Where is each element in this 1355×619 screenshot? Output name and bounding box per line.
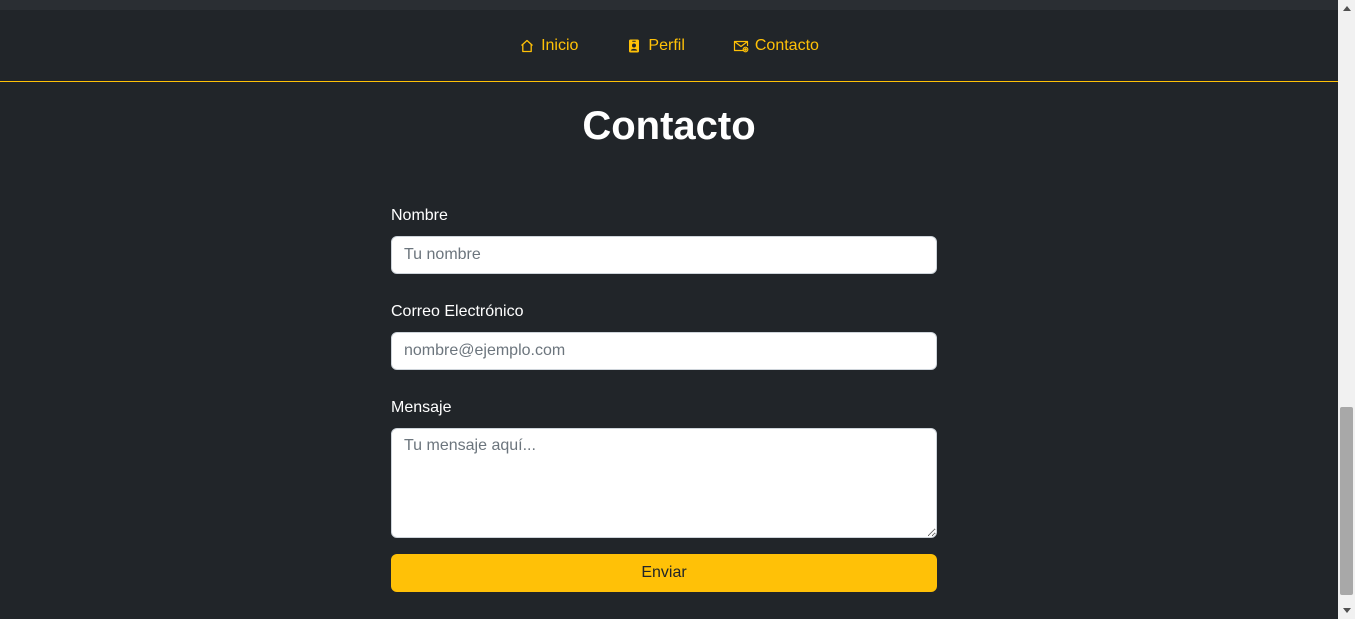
nav-label-perfil: Perfil — [648, 36, 685, 54]
house-icon — [519, 38, 535, 54]
nav-link-contacto[interactable]: Contacto — [733, 37, 819, 55]
envelope-icon — [733, 38, 749, 54]
name-label: Nombre — [391, 207, 448, 224]
scroll-down-arrow-icon[interactable] — [1338, 602, 1355, 619]
nav-link-perfil[interactable]: Perfil — [626, 36, 685, 55]
contact-form: Nombre Correo Electrónico Mensaje Enviar — [391, 206, 937, 592]
email-label: Correo Electrónico — [391, 303, 524, 320]
nav-link-inicio[interactable]: Inicio — [519, 37, 578, 55]
person-badge-icon — [626, 38, 642, 54]
name-input[interactable] — [391, 236, 937, 274]
submit-button[interactable]: Enviar — [391, 554, 937, 592]
vertical-scrollbar[interactable] — [1338, 0, 1355, 619]
message-textarea[interactable] — [391, 428, 937, 538]
nav-label-contacto: Contacto — [754, 36, 819, 54]
scroll-thumb[interactable] — [1340, 407, 1353, 595]
navbar: Inicio Perfil Contacto — [0, 10, 1338, 82]
message-label: Mensaje — [391, 399, 452, 416]
scroll-up-arrow-icon[interactable] — [1338, 0, 1355, 17]
nav-label-inicio: Inicio — [541, 36, 579, 54]
email-input[interactable] — [391, 332, 937, 370]
window-top-strip — [0, 0, 1338, 10]
page-title: Contacto — [582, 104, 756, 148]
